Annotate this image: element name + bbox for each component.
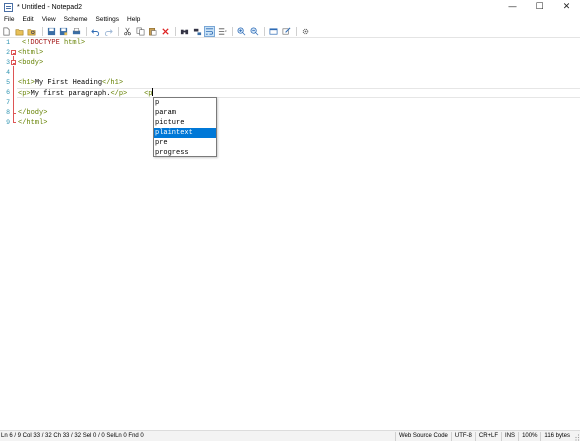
line-number: 6 <box>6 89 10 96</box>
menu-settings[interactable]: Settings <box>92 14 124 25</box>
autocomplete-item[interactable]: p <box>154 98 216 108</box>
save-as-icon[interactable] <box>58 26 69 37</box>
print-icon[interactable] <box>71 26 82 37</box>
autocomplete-item[interactable]: param <box>154 108 216 118</box>
text-caret <box>152 88 154 96</box>
menu-bar: File Edit View Scheme Settings Help <box>0 14 580 25</box>
autocomplete-item[interactable]: progress <box>154 148 216 158</box>
line-number: 8 <box>6 109 10 116</box>
menu-edit[interactable]: Edit <box>18 14 37 25</box>
code-text: <html> <box>18 49 44 57</box>
line-number: 5 <box>6 79 10 86</box>
replace-icon[interactable] <box>192 26 203 37</box>
status-bar: Ln 6 / 9 Col 33 / 32 Ch 33 / 32 Sel 0 / … <box>0 430 580 441</box>
code-line: 5 <h1>My First Heading</h1> <box>0 78 580 88</box>
notepad-app-icon[interactable] <box>4 2 13 12</box>
undo-icon[interactable] <box>90 26 101 37</box>
copy-icon[interactable] <box>135 26 146 37</box>
toolbar-separator <box>175 26 176 36</box>
line-number: 9 <box>6 119 10 126</box>
close-button[interactable]: ✕ <box>553 0 580 14</box>
status-encoding[interactable]: UTF-8 <box>450 432 475 441</box>
word-wrap-icon[interactable] <box>204 25 215 37</box>
save-icon[interactable] <box>46 26 57 37</box>
autocomplete-item[interactable]: picture <box>154 118 216 128</box>
toolbar-separator <box>232 26 233 36</box>
window-controls: — ☐ ✕ <box>499 0 580 14</box>
editor-area[interactable]: 1 <!DOCTYPE html> 2 <html> 3 <body> 4 5 … <box>0 38 580 430</box>
scheme-icon[interactable] <box>268 26 279 37</box>
status-insert-mode[interactable]: INS <box>501 432 518 441</box>
line-number: 4 <box>6 69 10 76</box>
toolbar-separator <box>118 26 119 36</box>
code-line-current: 6 <p>My first paragraph.</p> <p <box>0 88 580 98</box>
line-number: 2 <box>6 49 10 56</box>
code-line: 3 <body> <box>0 58 580 68</box>
cut-icon[interactable] <box>122 26 133 37</box>
code-text: </body> <box>18 109 48 117</box>
title-bar: * Untitled - Notepad2 — ☐ ✕ <box>0 0 580 14</box>
menu-scheme[interactable]: Scheme <box>60 14 92 25</box>
code-text: <body> <box>18 59 44 67</box>
window-title: * Untitled - Notepad2 <box>17 3 82 11</box>
code-text: <!DOCTYPE html> <box>22 39 86 47</box>
open-icon[interactable] <box>14 26 25 37</box>
line-number: 7 <box>6 99 10 106</box>
maximize-button[interactable]: ☐ <box>526 0 553 14</box>
toolbar-separator <box>296 26 297 36</box>
menu-file[interactable]: File <box>0 14 18 25</box>
autocomplete-item-selected[interactable]: plaintext <box>154 128 216 138</box>
code-line: 8 </body> <box>0 108 580 118</box>
zoom-out-icon[interactable] <box>249 26 260 37</box>
browse-icon[interactable] <box>26 26 37 37</box>
zoom-in-icon[interactable] <box>236 26 247 37</box>
autocomplete-popup: p param picture plaintext pre progress <box>153 97 217 157</box>
status-scheme[interactable]: Web Source Code <box>394 432 451 441</box>
paste-icon[interactable] <box>147 26 158 37</box>
code-text: <h1>My First Heading</h1> <box>18 79 124 87</box>
customize-icon[interactable] <box>281 26 292 37</box>
status-position: Ln 6 / 9 Col 33 / 32 Ch 33 / 32 Sel 0 / … <box>1 433 144 439</box>
line-number: 1 <box>6 39 10 46</box>
code-line: 9 </html> <box>0 118 580 128</box>
code-line: 2 <html> <box>0 48 580 58</box>
toolbar-separator <box>41 26 43 36</box>
toolbar-separator <box>264 26 265 36</box>
minimize-button[interactable]: — <box>499 0 526 14</box>
toolbar <box>0 25 580 38</box>
new-icon[interactable] <box>1 26 12 37</box>
delete-icon[interactable] <box>160 26 171 37</box>
code-line: 4 <box>0 68 580 78</box>
code-line: 7 <box>0 98 580 108</box>
status-zoom[interactable]: 100% <box>518 432 540 441</box>
redo-icon[interactable] <box>103 26 114 37</box>
resize-grip-icon[interactable] <box>574 433 580 441</box>
view-options-icon[interactable] <box>217 26 228 37</box>
status-line-ending[interactable]: CR+LF <box>474 432 501 441</box>
line-number: 3 <box>6 59 10 66</box>
settings-icon[interactable] <box>300 26 311 37</box>
menu-help[interactable]: Help <box>123 14 144 25</box>
menu-view[interactable]: View <box>38 14 60 25</box>
status-right-group: Web Source Code UTF-8 CR+LF INS 100% 116… <box>394 431 580 441</box>
code-text: </html> <box>18 119 48 127</box>
autocomplete-item[interactable]: pre <box>154 138 216 148</box>
status-file-size: 116 bytes <box>540 432 573 441</box>
code-line: 1 <!DOCTYPE html> <box>0 38 580 48</box>
find-icon[interactable] <box>179 26 190 37</box>
toolbar-separator <box>86 26 87 36</box>
